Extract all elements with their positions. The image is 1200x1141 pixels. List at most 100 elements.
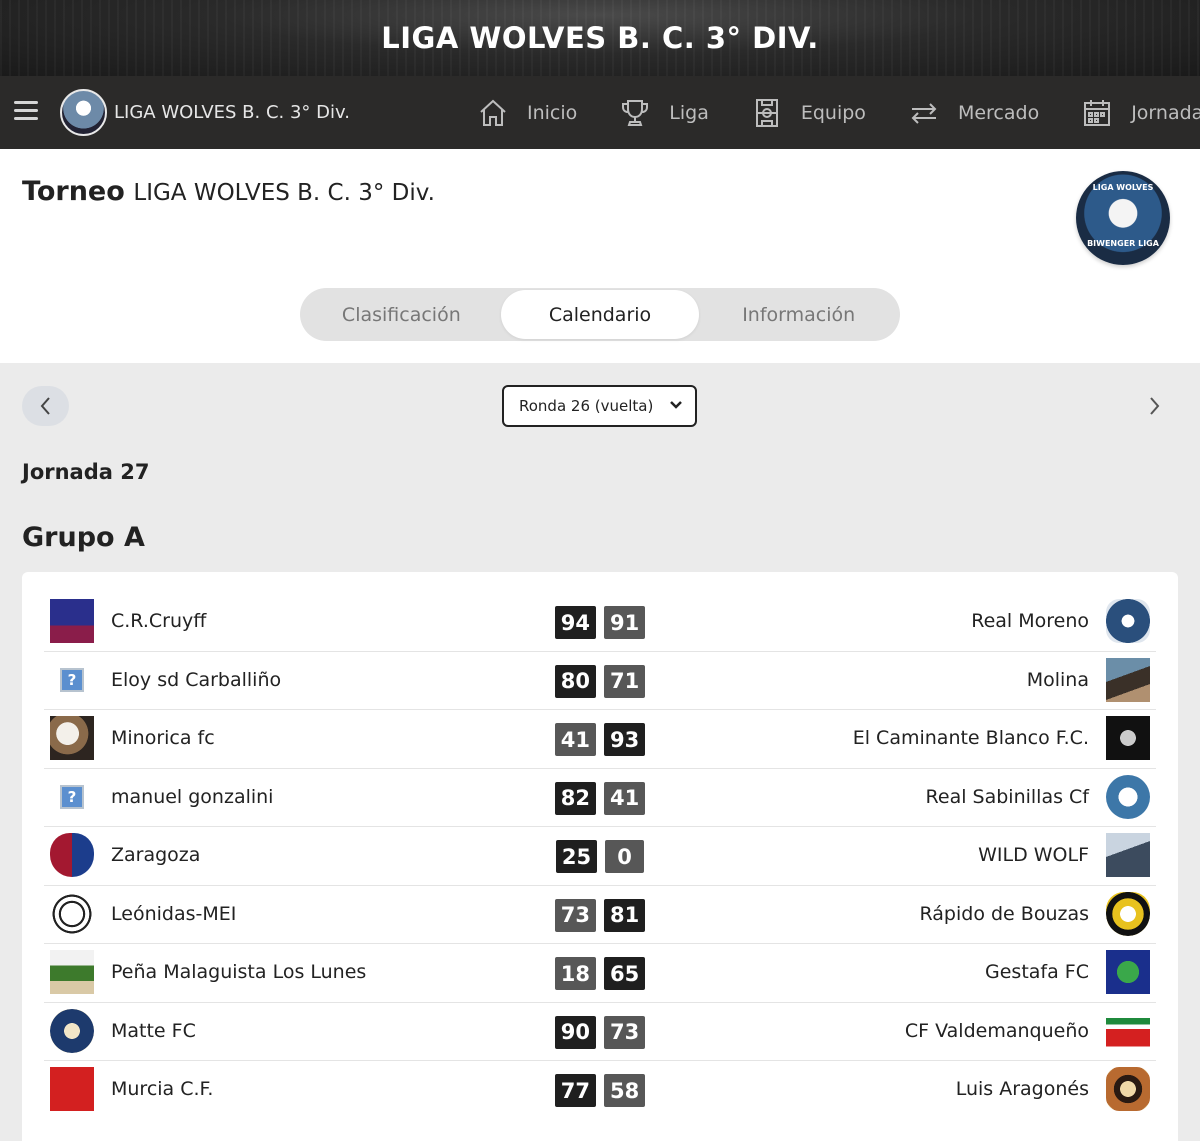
placeholder-image-icon: ? <box>60 784 84 809</box>
matches-card: C.R.Cruyff 94 91 Real Moreno? Eloy sd Carbal… <box>22 572 1178 1141</box>
away-team-name[interactable]: Gestafa FC <box>985 961 1089 983</box>
away-team-logo[interactable] <box>1106 1008 1150 1053</box>
home-team-name[interactable]: Zaragoza <box>111 844 200 866</box>
away-team-name[interactable]: CF Valdemanqueño <box>905 1020 1089 1042</box>
nav-item-mercado[interactable]: Mercado <box>909 98 1039 128</box>
home-team-logo[interactable] <box>50 891 94 936</box>
away-score: 81 <box>604 898 646 932</box>
home-team-logo[interactable] <box>50 716 94 760</box>
tab-informacion[interactable]: Información <box>699 290 898 339</box>
away-team-name[interactable]: Real Sabinillas Cf <box>926 786 1089 808</box>
match-row[interactable]: Minorica fc 41 93 El Caminante Blanco F.C. <box>44 710 1156 769</box>
match-row[interactable]: Leónidas-MEI 73 81 Rápido de Bouzas <box>44 886 1156 944</box>
league-avatar[interactable] <box>60 89 107 136</box>
tab-calendario[interactable]: Calendario <box>500 290 700 339</box>
calendar-icon <box>1084 99 1111 126</box>
nav-item-label: Jornada <box>1131 101 1200 124</box>
away-score: 91 <box>604 606 646 639</box>
match-row[interactable]: ? Eloy sd Carballiño 80 71 Molina <box>44 652 1156 710</box>
away-team-name[interactable]: El Caminante Blanco F.C. <box>853 727 1089 749</box>
home-icon <box>480 99 506 126</box>
home-score: 82 <box>554 781 596 815</box>
field-icon <box>755 98 778 127</box>
match-row[interactable]: C.R.Cruyff 94 91 Real Moreno <box>44 593 1156 652</box>
away-team-logo[interactable] <box>1106 950 1150 994</box>
group-title: Grupo A <box>22 522 145 553</box>
home-score: 80 <box>554 664 596 698</box>
home-team-name[interactable]: C.R.Cruyff <box>111 610 206 632</box>
away-team-name[interactable]: Luis Aragonés <box>956 1078 1089 1100</box>
away-score: 71 <box>604 664 646 698</box>
away-team-name[interactable]: Molina <box>1027 669 1089 691</box>
chevron-left-icon <box>40 397 50 415</box>
banner-title: LIGA WOLVES B. C. 3° DIV. <box>381 21 819 55</box>
nav-item-label: Liga <box>669 101 709 124</box>
match-row[interactable]: Matte FC 90 73 CF Valdemanqueño <box>44 1003 1156 1061</box>
match-row[interactable]: Zaragoza 25 0 WILD WOLF <box>44 827 1156 886</box>
away-score: 0 <box>605 840 645 873</box>
tab-clasificacion[interactable]: Clasificación <box>302 290 501 339</box>
home-score: 25 <box>555 840 598 873</box>
jornada-title: Jornada 27 <box>22 460 150 484</box>
away-team-name[interactable]: WILD WOLF <box>978 844 1089 866</box>
home-score: 94 <box>554 606 596 639</box>
home-score: 41 <box>554 723 596 756</box>
home-team-name[interactable]: Matte FC <box>111 1020 196 1042</box>
away-team-logo[interactable] <box>1106 774 1150 819</box>
transfer-icon <box>911 102 937 124</box>
match-row[interactable]: Murcia C.F. 77 58 Luis Aragonés <box>44 1061 1156 1120</box>
home-team-logo[interactable] <box>50 833 94 877</box>
nav-item-jornada[interactable]: Jornada <box>1082 98 1200 128</box>
home-team-name[interactable]: Peña Malaguista Los Lunes <box>111 961 366 983</box>
home-team-name[interactable]: Leónidas-MEI <box>111 903 236 925</box>
home-score: 73 <box>554 898 596 932</box>
home-team-logo[interactable] <box>50 1067 94 1111</box>
away-team-logo[interactable] <box>1106 1067 1150 1111</box>
torneo-label: Torneo <box>22 176 125 207</box>
home-team-name[interactable]: Minorica fc <box>111 727 215 749</box>
away-score: 65 <box>604 957 646 990</box>
home-team-logo[interactable] <box>50 1008 94 1053</box>
match-row[interactable]: Peña Malaguista Los Lunes 18 65 Gestafa FC <box>44 944 1156 1003</box>
next-round-button[interactable] <box>1134 386 1174 426</box>
home-team-name[interactable]: Eloy sd Carballiño <box>111 669 281 691</box>
nav-item-inicio[interactable]: Inicio <box>478 98 577 128</box>
away-team-logo[interactable] <box>1106 891 1150 936</box>
trophy-icon <box>622 99 649 126</box>
nav-item-label: Inicio <box>527 101 578 124</box>
away-score: 93 <box>604 723 646 756</box>
away-team-logo[interactable] <box>1106 833 1150 877</box>
home-team-logo[interactable]: ? <box>50 657 94 702</box>
nav-item-liga[interactable]: Liga <box>620 98 709 128</box>
main-nav: LIGA WOLVES B. C. 3° Div. Inicio Liga Eq… <box>0 76 1200 149</box>
away-team-logo[interactable] <box>1106 716 1150 760</box>
previous-round-button[interactable] <box>22 386 69 426</box>
away-team-logo[interactable] <box>1106 657 1150 702</box>
home-team-name[interactable]: manuel gonzalini <box>111 786 273 808</box>
round-select[interactable]: Ronda 26 (vuelta) <box>502 385 697 427</box>
away-team-logo[interactable] <box>1106 599 1150 643</box>
match-row[interactable]: ? manuel gonzalini 82 41 Real Sabinillas Cf <box>44 769 1156 827</box>
top-banner: LIGA WOLVES B. C. 3° DIV. <box>0 0 1200 76</box>
torneo-name: LIGA WOLVES B. C. 3° Div. <box>133 180 435 206</box>
league-badge-logo: LIGA WOLVES BIWENGER LIGA <box>1076 171 1170 265</box>
chevron-right-icon <box>1150 397 1160 415</box>
placeholder-image-icon: ? <box>60 667 84 692</box>
home-team-logo[interactable] <box>50 599 94 643</box>
home-team-name[interactable]: Murcia C.F. <box>111 1078 213 1100</box>
home-team-logo[interactable] <box>50 950 94 994</box>
away-score: 41 <box>604 781 646 815</box>
nav-item-equipo[interactable]: Equipo <box>752 98 866 128</box>
page-title: Torneo LIGA WOLVES B. C. 3° Div. <box>22 176 435 207</box>
away-score: 58 <box>604 1074 646 1107</box>
home-score: 90 <box>554 1015 596 1049</box>
away-team-name[interactable]: Rápido de Bouzas <box>920 903 1090 925</box>
nav-items: Inicio Liga Equipo Mercado Jornada <box>478 76 1200 149</box>
nav-league-name[interactable]: LIGA WOLVES B. C. 3° Div. <box>114 102 350 123</box>
menu-icon[interactable] <box>14 101 38 121</box>
tournament-header: Torneo LIGA WOLVES B. C. 3° Div. LIGA WO… <box>0 149 1200 363</box>
away-team-name[interactable]: Real Moreno <box>971 610 1089 632</box>
away-score: 73 <box>604 1015 646 1049</box>
home-team-logo[interactable]: ? <box>50 774 94 819</box>
nav-item-label: Equipo <box>800 101 866 124</box>
